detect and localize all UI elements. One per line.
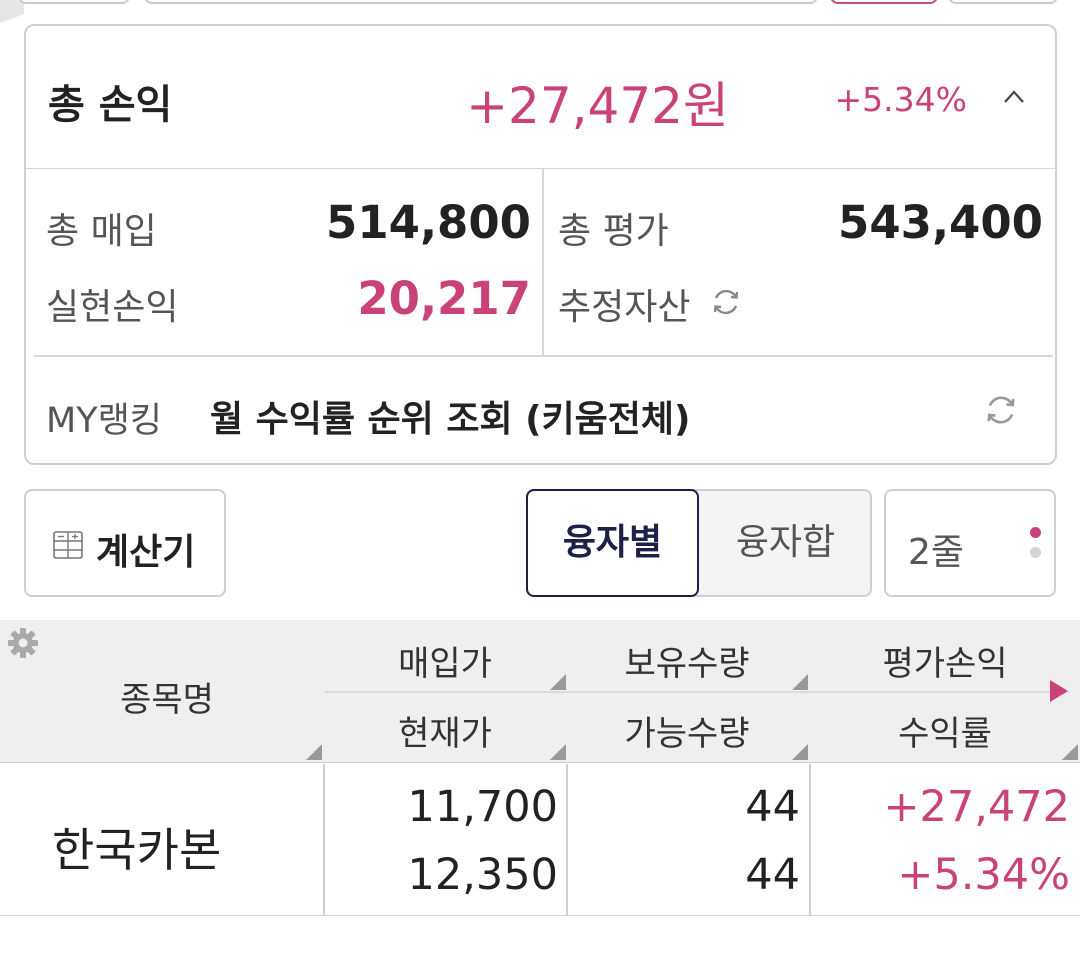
profit-summary-card: 총 손익 +27,472원 +5.34% 총 매입 514,800 총 평가 5… bbox=[24, 24, 1057, 465]
column-divider bbox=[809, 764, 811, 916]
tab-by-loan[interactable]: 융자별 bbox=[526, 489, 699, 597]
header-row-divider bbox=[325, 691, 1070, 693]
header-return-rate[interactable]: 수익률 bbox=[810, 706, 1080, 755]
buy-price-value: 11,700 bbox=[407, 782, 558, 832]
toolbar-control-1[interactable] bbox=[18, 0, 130, 4]
refresh-icon[interactable] bbox=[708, 284, 744, 320]
tab-loan-sum[interactable]: 융자합 bbox=[699, 491, 872, 595]
realized-pl-value: 20,217 bbox=[357, 272, 531, 325]
calculator-label: 계산기 bbox=[96, 532, 196, 573]
header-eval-pl[interactable]: 평가손익 bbox=[810, 636, 1080, 685]
total-buy-value: 514,800 bbox=[326, 196, 531, 249]
sort-indicator-icon bbox=[792, 674, 808, 690]
header-available-qty[interactable]: 가능수량 bbox=[567, 706, 807, 755]
estimated-assets-label: 추정자산 bbox=[558, 287, 691, 328]
total-pl-header[interactable]: 총 손익 +27,472원 +5.34% bbox=[26, 26, 1055, 169]
grid-divider-vertical bbox=[542, 169, 544, 356]
row-lines-selector[interactable]: 2줄 bbox=[884, 489, 1056, 597]
column-divider bbox=[566, 764, 568, 916]
chevron-up-icon[interactable] bbox=[1003, 86, 1025, 108]
sort-indicator-icon bbox=[550, 674, 566, 690]
my-ranking-label: MY랭킹 bbox=[46, 401, 162, 441]
sort-indicator-icon bbox=[550, 744, 566, 760]
refresh-icon[interactable] bbox=[981, 390, 1021, 430]
more-dots-icon bbox=[1030, 527, 1041, 538]
grid-divider-horizontal bbox=[34, 355, 1053, 357]
stock-name[interactable]: 한국카본 bbox=[52, 814, 221, 880]
more-dots-icon-secondary bbox=[1030, 547, 1041, 558]
total-pl-amount: +27,472원 bbox=[466, 77, 729, 135]
holding-qty-value: 44 bbox=[745, 782, 800, 832]
top-toolbar-strip bbox=[0, 0, 1080, 48]
header-buy-price[interactable]: 매입가 bbox=[325, 636, 565, 685]
row-lines-label: 2줄 bbox=[908, 532, 965, 573]
account-selector[interactable] bbox=[144, 0, 818, 4]
scroll-right-icon[interactable] bbox=[1048, 678, 1070, 704]
total-eval-label: 총 평가 bbox=[558, 211, 669, 252]
available-qty-value: 44 bbox=[745, 850, 800, 900]
header-current-price[interactable]: 현재가 bbox=[325, 706, 565, 755]
realized-pl-label: 실현손익 bbox=[46, 287, 179, 328]
sort-indicator-icon bbox=[792, 744, 808, 760]
calculator-icon bbox=[53, 531, 83, 559]
toolbar-control-4[interactable] bbox=[948, 0, 1058, 4]
left-edge-shadow bbox=[0, 0, 24, 48]
header-holding-qty[interactable]: 보유수량 bbox=[567, 636, 807, 685]
eval-pl-value: +27,472 bbox=[883, 782, 1071, 832]
column-divider bbox=[323, 764, 325, 916]
total-buy-label: 총 매입 bbox=[46, 211, 157, 252]
sort-indicator-icon bbox=[1062, 744, 1078, 760]
monthly-ranking-link[interactable]: 월 수익률 순위 조회 (키움전체) bbox=[210, 390, 690, 442]
total-pl-title: 총 손익 bbox=[48, 82, 173, 128]
current-price-value: 12,350 bbox=[407, 850, 558, 900]
calculator-button[interactable]: 계산기 bbox=[24, 489, 226, 597]
header-stock-name[interactable]: 종목명 bbox=[60, 672, 274, 721]
total-pl-percent: +5.34% bbox=[834, 80, 967, 119]
return-rate-value: +5.34% bbox=[897, 850, 1070, 900]
toolbar-control-active[interactable] bbox=[830, 0, 938, 4]
total-eval-value: 543,400 bbox=[838, 196, 1043, 249]
loan-view-toggle: 융자별 융자합 bbox=[526, 489, 872, 597]
gear-icon[interactable] bbox=[6, 626, 40, 660]
sort-indicator-icon bbox=[306, 744, 322, 760]
